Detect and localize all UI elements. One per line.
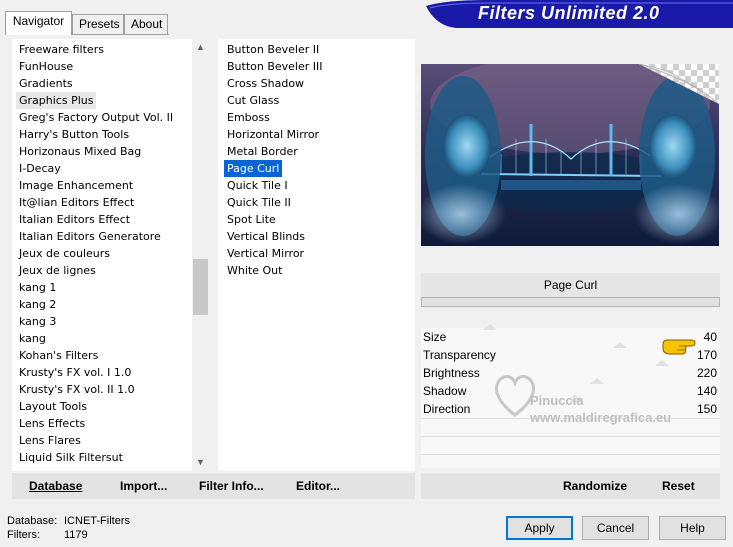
category-item[interactable]: I-Decay	[16, 160, 64, 177]
param-brightness-value[interactable]: 220	[677, 366, 717, 380]
param-shadow-label: Shadow	[423, 384, 467, 398]
filter-item[interactable]: Cross Shadow	[224, 75, 307, 92]
filter-item[interactable]: Emboss	[224, 109, 273, 126]
param-tick	[590, 378, 604, 384]
editor-button[interactable]: Editor...	[296, 477, 340, 495]
filter-info-label: Filter Info...	[199, 479, 264, 493]
category-item[interactable]: Lens Effects	[16, 415, 88, 432]
category-item[interactable]: Image Enhancement	[16, 177, 136, 194]
category-item[interactable]: Jeux de lignes	[16, 262, 99, 279]
param-direction-label: Direction	[423, 402, 471, 416]
filter-list[interactable]: Button Beveler II Button Beveler III Cross…	[218, 39, 415, 471]
divider	[421, 436, 720, 437]
category-item[interactable]: Liquid Silk Filtersut	[16, 449, 126, 466]
category-item[interactable]: Krusty's FX vol. II 1.0	[16, 381, 138, 398]
tab-about[interactable]: About	[124, 14, 168, 34]
tab-navigator[interactable]: Navigator	[5, 11, 72, 35]
filter-info-button[interactable]: Filter Info...	[199, 477, 264, 495]
category-item[interactable]: Krusty's FX vol. I 1.0	[16, 364, 134, 381]
filter-title: Page Curl	[543, 278, 598, 292]
category-item[interactable]: Freeware filters	[16, 41, 107, 58]
banner-title: Filters Unlimited 2.0	[478, 3, 660, 23]
filter-item[interactable]: Vertical Blinds	[224, 228, 308, 245]
import-label: Import...	[120, 479, 168, 493]
category-item[interactable]: kang 2	[16, 296, 59, 313]
category-item[interactable]: Layout Tools	[16, 398, 90, 415]
status-db-label: Database:	[7, 515, 58, 527]
param-tick	[655, 360, 669, 366]
category-item[interactable]: Lens Flares	[16, 432, 84, 449]
param-transparency-label: Transparency	[423, 348, 496, 362]
scroll-up-icon[interactable]: ▲	[192, 39, 209, 56]
database-button[interactable]: Database	[29, 477, 82, 495]
divider	[421, 454, 720, 455]
category-item[interactable]: Greg's Factory Output Vol. II	[16, 109, 176, 126]
filter-item[interactable]: Button Beveler III	[224, 58, 326, 75]
category-item[interactable]: kang 3	[16, 313, 59, 330]
category-item[interactable]: kang	[16, 330, 49, 347]
scroll-down-icon[interactable]: ▼	[192, 454, 209, 471]
category-item[interactable]: Harry's Button Tools	[16, 126, 132, 143]
filter-item[interactable]: Cut Glass	[224, 92, 282, 109]
category-item[interactable]: FunHouse	[16, 58, 76, 75]
reset-button[interactable]: Reset	[662, 477, 695, 495]
param-tick	[613, 342, 627, 348]
category-item[interactable]: Gradients	[16, 75, 76, 92]
filter-item[interactable]: Quick Tile I	[224, 177, 291, 194]
filter-item[interactable]: Page Curl	[224, 160, 283, 177]
filter-item[interactable]: Metal Border	[224, 143, 301, 160]
reset-label: Reset	[662, 479, 695, 493]
filter-item[interactable]: Button Beveler II	[224, 41, 322, 58]
preview-image	[421, 64, 719, 246]
filter-item[interactable]: Spot Lite	[224, 211, 279, 228]
param-direction-value[interactable]: 150	[677, 402, 717, 416]
preview-artwork	[421, 64, 719, 246]
category-item[interactable]: kang 1	[16, 279, 59, 296]
param-tick	[483, 324, 497, 330]
filter-item[interactable]: White Out	[224, 262, 285, 279]
category-item[interactable]: It@lian Editors Effect	[16, 194, 137, 211]
category-item[interactable]: Kohan's Filters	[16, 347, 101, 364]
category-item[interactable]: Italian Editors Generatore	[16, 228, 164, 245]
help-button[interactable]: Help	[659, 516, 726, 540]
editor-label: Editor...	[296, 479, 341, 493]
status-db-value: ICNET-Filters	[64, 515, 130, 527]
category-item[interactable]: Jeux de couleurs	[16, 245, 113, 262]
import-button[interactable]: Import...	[120, 477, 167, 495]
status-filters-label: Filters:	[7, 529, 40, 541]
filter-item[interactable]: Vertical Mirror	[224, 245, 307, 262]
category-list[interactable]: Freeware filters FunHouse Gradients Graphic…	[12, 39, 209, 471]
param-brightness-label: Brightness	[423, 366, 480, 380]
apply-button[interactable]: Apply	[506, 516, 573, 540]
cancel-button[interactable]: Cancel	[582, 516, 649, 540]
category-scrollbar[interactable]: ▲ ▼	[192, 39, 209, 471]
status-filters-value: 1179	[64, 529, 88, 541]
tab-presets[interactable]: Presets	[72, 14, 124, 34]
filter-item[interactable]: Horizontal Mirror	[224, 126, 322, 143]
pointing-hand-icon	[662, 339, 696, 355]
category-item[interactable]: Italian Editors Effect	[16, 211, 133, 228]
randomize-label: Randomize	[563, 479, 628, 493]
filter-progress-bar	[421, 297, 720, 307]
watermark-name: Pinuccia	[530, 393, 584, 408]
filter-item[interactable]: Quick Tile II	[224, 194, 294, 211]
category-item[interactable]: Graphics Plus	[16, 92, 97, 109]
database-label: Database	[29, 479, 83, 493]
category-item[interactable]: Horizonaus Mixed Bag	[16, 143, 144, 160]
randomize-button[interactable]: Randomize	[563, 477, 627, 495]
watermark-url: www.maldiregrafica.eu	[530, 410, 672, 425]
param-size-label: Size	[423, 330, 447, 344]
param-shadow-value[interactable]: 140	[677, 384, 717, 398]
scroll-thumb[interactable]	[193, 259, 208, 315]
